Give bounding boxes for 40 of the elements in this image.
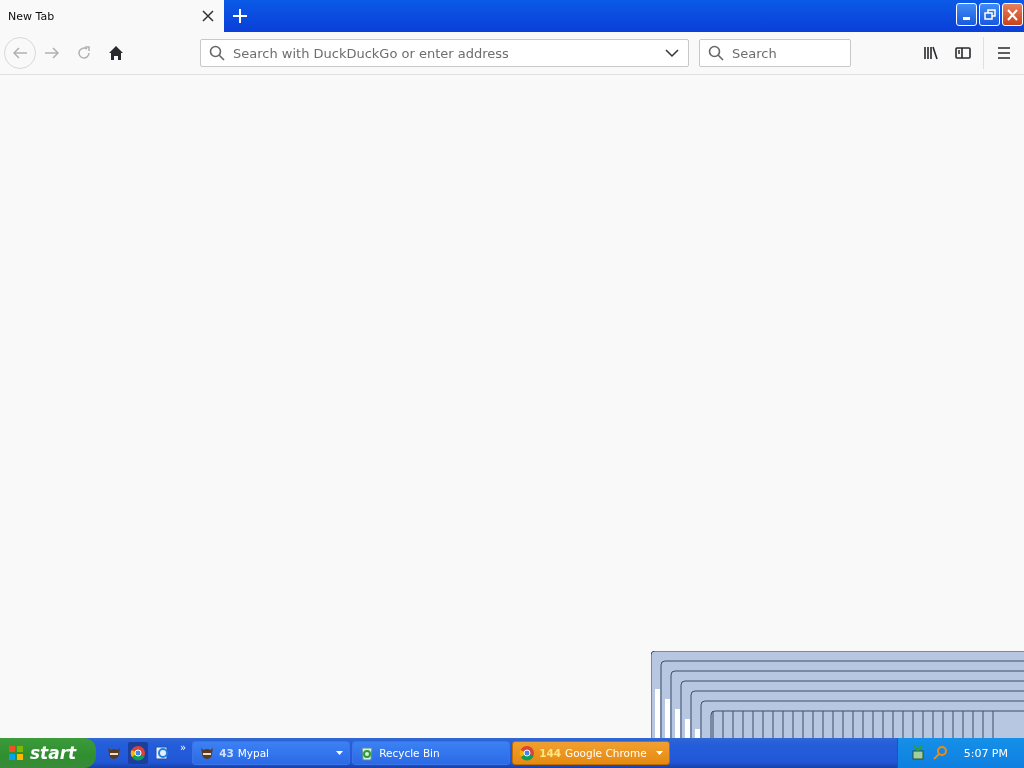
address-field[interactable]: Search with DuckDuckGo or enter address — [231, 44, 658, 62]
tab-title: New Tab — [8, 9, 55, 23]
raccoon-icon — [106, 745, 122, 761]
windows-flag-icon — [8, 745, 24, 761]
search-bar[interactable]: Search — [699, 39, 851, 67]
recycle-bin-icon — [359, 745, 376, 761]
browser-tab[interactable]: New Tab — [0, 0, 224, 32]
close-window-button[interactable] — [1002, 3, 1023, 26]
more-chevron[interactable]: » — [180, 742, 187, 753]
close-icon — [200, 8, 216, 24]
plus-icon — [232, 8, 248, 24]
quick-launch-icon[interactable] — [128, 742, 148, 764]
clock: 5:07 PM — [963, 746, 1008, 760]
sidebar-icon — [955, 45, 971, 61]
chrome-icon — [130, 745, 146, 761]
start-button[interactable]: start — [0, 738, 96, 768]
document-icon — [154, 745, 170, 761]
address-bar[interactable]: Search with DuckDuckGo or enter address — [200, 39, 689, 67]
menu-icon — [996, 45, 1012, 61]
close-icon — [1006, 7, 1019, 22]
taskbar-button[interactable]: 144 Google Chrome — [512, 741, 671, 765]
restore-icon — [983, 7, 996, 22]
back-arrow-icon — [12, 45, 28, 61]
taskbar-button[interactable]: Recycle Bin — [352, 741, 511, 765]
search-field[interactable]: Search — [730, 44, 842, 62]
home-icon — [108, 45, 124, 61]
restore-button[interactable] — [979, 3, 1000, 26]
taskbar-button[interactable]: 43 Mypal — [192, 741, 351, 765]
magnifier-icon — [931, 745, 948, 761]
raccoon-icon — [199, 745, 216, 761]
search-icon — [708, 45, 724, 61]
minimize-icon — [963, 17, 970, 20]
network-icon — [909, 745, 926, 761]
close-tab-button[interactable] — [200, 8, 216, 24]
library-icon — [923, 45, 939, 61]
forward-arrow-icon — [44, 45, 60, 61]
search-icon — [209, 45, 225, 61]
reload-icon — [76, 45, 92, 61]
chrome-icon — [519, 745, 536, 761]
minimize-button[interactable] — [956, 3, 977, 26]
